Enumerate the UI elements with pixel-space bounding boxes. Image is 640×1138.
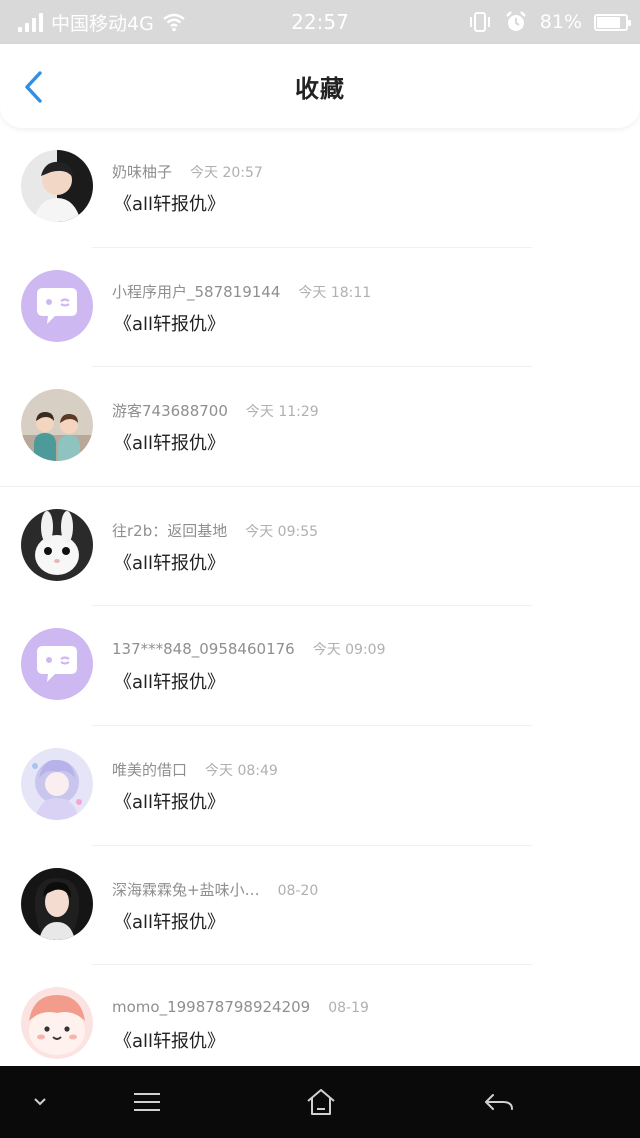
- header: 收藏: [0, 44, 640, 128]
- story-title[interactable]: 《all轩报仇》: [114, 429, 225, 455]
- chat-bubble-avatar[interactable]: [21, 628, 93, 701]
- user-name[interactable]: 137***848_0958460176: [112, 640, 295, 658]
- user-name[interactable]: 奶味柚子: [112, 161, 172, 182]
- timestamp: 今天 20:57: [190, 165, 263, 181]
- item-meta: 137***848_0958460176 今天 09:09: [112, 639, 386, 659]
- status-right: 81%: [468, 0, 631, 44]
- favorites-list: 奶味柚子 今天 20:57 《all轩报仇》 小程序用户_587819144 今天 18…: [0, 128, 640, 1085]
- item-meta: momo_199878798924209 08-19: [112, 998, 369, 1016]
- kids-avatar[interactable]: [21, 389, 93, 462]
- item-meta: 小程序用户_587819144 今天 18:11: [112, 281, 371, 302]
- alarm-icon: [505, 11, 526, 31]
- timestamp: 今天 08:49: [205, 762, 278, 779]
- favorite-item[interactable]: 深海霖霖兔+盐味小… 08-20 《all轩报仇》: [0, 846, 640, 966]
- rabbit-avatar[interactable]: [21, 508, 93, 581]
- user-name[interactable]: momo_199878798924209: [112, 998, 310, 1016]
- navigation-bar: [0, 1066, 640, 1138]
- timestamp: 08-19: [328, 1000, 369, 1017]
- timestamp: 08-20: [277, 882, 319, 899]
- menu-icon: [134, 1093, 160, 1111]
- story-title[interactable]: 《all轩报仇》: [114, 668, 225, 694]
- story-title[interactable]: 《all轩报仇》: [114, 549, 225, 575]
- chat-bubble-avatar[interactable]: [21, 269, 93, 342]
- timestamp: 今天 18:11: [298, 284, 372, 301]
- user-name[interactable]: 小程序用户_587819144: [112, 281, 280, 302]
- collapse-button[interactable]: [20, 1066, 60, 1138]
- user-name[interactable]: 游客743688700: [112, 400, 228, 421]
- item-meta: 往r2b：返回基地 今天 09:55: [112, 520, 318, 541]
- home-button[interactable]: [296, 1066, 346, 1138]
- favorite-item[interactable]: 137***848_0958460176 今天 09:09 《all轩报仇》: [0, 606, 640, 726]
- vibrate-icon: [469, 12, 490, 32]
- home-icon: [307, 1089, 335, 1115]
- back-button[interactable]: [20, 70, 50, 104]
- story-title[interactable]: 《all轩报仇》: [114, 1027, 225, 1053]
- favorite-item[interactable]: 唯美的借口 今天 08:49 《all轩报仇》: [0, 726, 640, 846]
- item-meta: 唯美的借口 今天 08:49: [112, 759, 278, 780]
- system-back-button[interactable]: [472, 1066, 526, 1138]
- person-avatar[interactable]: [21, 150, 93, 222]
- user-name[interactable]: 唯美的借口: [112, 759, 187, 780]
- favorite-item[interactable]: 小程序用户_587819144 今天 18:11 《all轩报仇》: [0, 248, 640, 368]
- chevron-down-icon: [34, 1098, 46, 1106]
- page-title: 收藏: [295, 74, 345, 103]
- timestamp: 今天 11:29: [245, 404, 319, 421]
- back-arrow-icon: [485, 1094, 513, 1110]
- anime-girl-avatar[interactable]: [21, 747, 93, 820]
- timestamp: 今天 09:09: [312, 642, 386, 659]
- timestamp: 今天 09:55: [245, 523, 319, 540]
- user-name[interactable]: 深海霖霖兔+盐味小…: [112, 879, 260, 900]
- item-meta: 深海霖霖兔+盐味小… 08-20: [112, 879, 318, 900]
- girl-avatar[interactable]: [21, 867, 93, 940]
- back-chevron-icon: [25, 71, 42, 103]
- story-title[interactable]: 《all轩报仇》: [114, 190, 225, 216]
- story-title[interactable]: 《all轩报仇》: [114, 310, 225, 336]
- status-bar: 中国移动4G 22:57 81%: [0, 0, 640, 44]
- user-name[interactable]: 往r2b：返回基地: [112, 520, 227, 541]
- battery-icon: [594, 13, 631, 31]
- story-title[interactable]: 《all轩报仇》: [114, 788, 225, 814]
- item-meta: 游客743688700 今天 11:29: [112, 400, 319, 421]
- menu-button[interactable]: [122, 1066, 172, 1138]
- story-title[interactable]: 《all轩报仇》: [114, 908, 225, 934]
- favorite-item[interactable]: 游客743688700 今天 11:29 《all轩报仇》: [0, 367, 640, 487]
- cartoon-face-avatar[interactable]: [21, 987, 93, 1060]
- favorite-item[interactable]: 奶味柚子 今天 20:57 《all轩报仇》: [0, 128, 640, 248]
- battery-percent: 81%: [539, 11, 582, 33]
- favorite-item[interactable]: 往r2b：返回基地 今天 09:55 《all轩报仇》: [0, 487, 640, 607]
- item-meta: 奶味柚子 今天 20:57: [112, 161, 263, 182]
